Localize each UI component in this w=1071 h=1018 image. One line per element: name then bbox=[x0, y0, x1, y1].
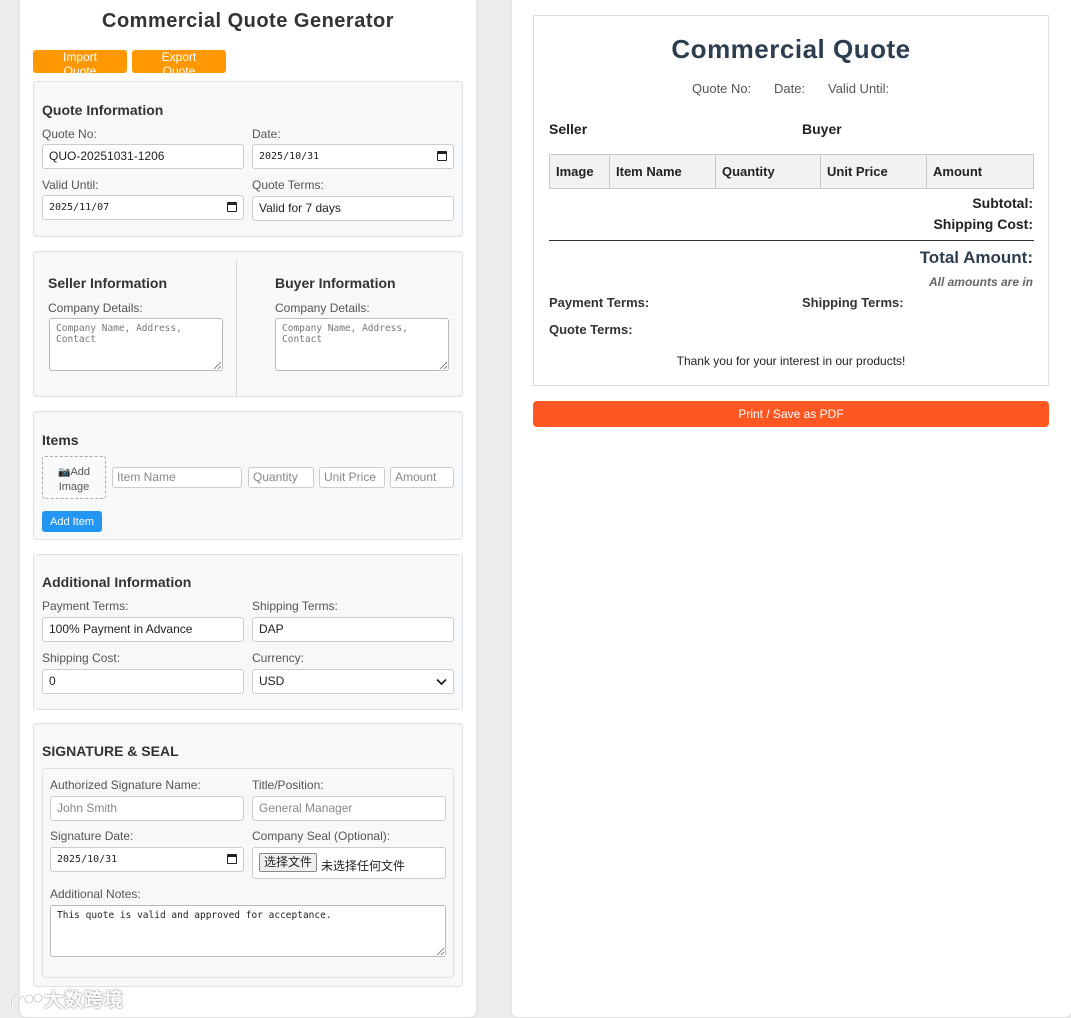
preview-title: Commercial Quote bbox=[671, 34, 911, 64]
app-title: Commercial Quote Generator bbox=[102, 10, 394, 32]
preview-shipping-terms-label: Shipping Terms: bbox=[802, 295, 904, 310]
column-divider bbox=[236, 260, 237, 398]
resize-handle-icon[interactable] bbox=[439, 361, 447, 369]
quantity-input[interactable]: Quantity bbox=[248, 467, 314, 488]
section-title: Additional Information bbox=[42, 574, 192, 590]
unit-price-input[interactable]: Unit Price bbox=[319, 467, 385, 488]
quote-no-input[interactable]: QUO-20251031-1206 bbox=[42, 144, 244, 169]
date-input[interactable]: 2025/10/31 bbox=[252, 144, 454, 169]
quote-form-panel: Commercial Quote Generator Import Quote … bbox=[20, 0, 476, 1017]
import-quote-button[interactable]: Import Quote bbox=[33, 50, 127, 78]
preview-thanks-text: Thank you for your interest in our produ… bbox=[676, 354, 906, 368]
table-header-item-name: Item Name bbox=[609, 154, 716, 189]
quote-terms-label: Quote Terms: bbox=[252, 178, 324, 192]
parties-section: Seller Information Company Details: Comp… bbox=[33, 251, 463, 398]
watermark-text: 大数跨境 bbox=[44, 989, 125, 1011]
preview-subtotal-label: Subtotal: bbox=[972, 195, 1033, 211]
valid-until-label: Valid Until: bbox=[42, 178, 99, 192]
valid-until-input[interactable]: 2025/11/07 bbox=[42, 195, 244, 220]
print-save-pdf-button[interactable]: Print / Save as PDF bbox=[533, 401, 1049, 427]
shipping-terms-input[interactable]: DAP bbox=[252, 617, 454, 642]
buyer-company-textarea[interactable]: Company Name, Address, Contact bbox=[275, 318, 449, 371]
watermark-icon bbox=[10, 993, 44, 1007]
camera-icon: 📷 bbox=[57, 467, 71, 478]
section-title: Items bbox=[42, 432, 79, 448]
seller-title: Seller Information bbox=[48, 275, 168, 291]
preview-divider bbox=[549, 240, 1034, 241]
notes-label: Additional Notes: bbox=[50, 887, 141, 901]
items-section: Items 📷Add Image Item Name Quantity Unit… bbox=[33, 411, 463, 540]
preview-currency-note: All amounts are in bbox=[928, 275, 1033, 289]
payment-terms-input[interactable]: 100% Payment in Advance bbox=[42, 617, 244, 642]
preview-buyer-label: Buyer bbox=[802, 121, 842, 137]
quote-preview: Commercial Quote Quote No: Date: Valid U… bbox=[533, 15, 1049, 386]
calendar-icon[interactable] bbox=[227, 854, 237, 864]
valid-until-value: 2025/11/07 bbox=[49, 202, 110, 213]
section-title: SIGNATURE & SEAL bbox=[42, 743, 179, 759]
notes-textarea[interactable]: This quote is valid and approved for acc… bbox=[50, 905, 446, 957]
shipping-cost-label: Shipping Cost: bbox=[42, 651, 121, 665]
table-header-quantity: Quantity bbox=[715, 154, 821, 189]
preview-quote-no-label: Quote No: bbox=[692, 81, 752, 96]
position-input[interactable]: General Manager bbox=[252, 796, 446, 821]
buyer-company-label: Company Details: bbox=[275, 301, 370, 315]
signature-name-input[interactable]: John Smith bbox=[50, 796, 244, 821]
currency-label: Currency: bbox=[252, 651, 305, 665]
quote-preview-panel: Commercial Quote Quote No: Date: Valid U… bbox=[512, 0, 1071, 1017]
preview-payment-terms-label: Payment Terms: bbox=[549, 295, 650, 310]
table-header-unit-price: Unit Price bbox=[820, 154, 927, 189]
amount-input[interactable]: Amount bbox=[390, 467, 454, 488]
section-title: Quote Information bbox=[42, 102, 164, 118]
payment-terms-label: Payment Terms: bbox=[42, 599, 129, 613]
preview-total-label: Total Amount: bbox=[919, 248, 1033, 267]
export-quote-button[interactable]: Export Quote bbox=[132, 50, 226, 78]
chevron-down-icon bbox=[436, 678, 447, 686]
calendar-icon[interactable] bbox=[227, 202, 237, 212]
signature-details-box: Authorized Signature Name: John Smith Ti… bbox=[42, 768, 454, 978]
shipping-cost-input[interactable]: 0 bbox=[42, 669, 244, 694]
table-header-row: Image Item Name Quantity Unit Price Amou… bbox=[549, 154, 1034, 189]
signature-seal-section: SIGNATURE & SEAL Authorized Signature Na… bbox=[33, 723, 463, 987]
quote-information-section: Quote Information Quote No: QUO-20251031… bbox=[33, 81, 463, 237]
quote-terms-input[interactable]: Valid for 7 days bbox=[252, 196, 454, 221]
additional-information-section: Additional Information Payment Terms: 10… bbox=[33, 554, 463, 710]
quote-no-label: Quote No: bbox=[42, 127, 97, 141]
seller-company-textarea[interactable]: Company Name, Address, Contact bbox=[49, 318, 223, 371]
position-label: Title/Position: bbox=[252, 778, 324, 792]
resize-handle-icon[interactable] bbox=[436, 947, 444, 955]
preview-date-label: Date: bbox=[774, 81, 806, 96]
preview-seller-label: Seller bbox=[549, 121, 588, 137]
add-item-button[interactable]: Add Item bbox=[42, 511, 103, 532]
preview-quote-terms-label: Quote Terms: bbox=[549, 322, 633, 337]
notes-value: This quote is valid and approved for acc… bbox=[57, 910, 332, 921]
date-value: 2025/10/31 bbox=[259, 151, 320, 162]
seal-label: Company Seal (Optional): bbox=[252, 829, 391, 843]
currency-select[interactable]: USD bbox=[252, 669, 454, 694]
seller-company-label: Company Details: bbox=[48, 301, 143, 315]
choose-file-button[interactable]: 选择文件 bbox=[259, 853, 318, 872]
signature-name-label: Authorized Signature Name: bbox=[50, 778, 201, 792]
preview-valid-until-label: Valid Until: bbox=[828, 81, 890, 96]
signature-date-input[interactable]: 2025/10/31 bbox=[50, 847, 244, 872]
buyer-title: Buyer Information bbox=[275, 275, 396, 291]
add-image-box[interactable]: 📷Add Image bbox=[42, 456, 106, 499]
signature-date-value: 2025/10/31 bbox=[57, 854, 118, 865]
watermark-logo: 大数跨境 bbox=[8, 985, 124, 1012]
signature-date-label: Signature Date: bbox=[50, 829, 134, 843]
item-name-input[interactable]: Item Name bbox=[112, 467, 242, 488]
resize-handle-icon[interactable] bbox=[213, 361, 221, 369]
calendar-icon[interactable] bbox=[437, 151, 447, 161]
preview-shipping-cost-label: Shipping Cost: bbox=[933, 216, 1033, 232]
shipping-terms-label: Shipping Terms: bbox=[252, 599, 338, 613]
seller-company-placeholder: Company Name, Address, Contact bbox=[56, 323, 182, 345]
table-header-amount: Amount bbox=[926, 154, 1034, 189]
currency-value: USD bbox=[259, 674, 285, 688]
seal-file-input[interactable]: 选择文件 未选择任何文件 bbox=[252, 847, 446, 879]
preview-items-table: Image Item Name Quantity Unit Price Amou… bbox=[549, 154, 1034, 189]
date-label: Date: bbox=[252, 127, 281, 141]
file-status: 未选择任何文件 bbox=[321, 859, 406, 873]
buyer-company-placeholder: Company Name, Address, Contact bbox=[282, 323, 408, 345]
table-header-image: Image bbox=[549, 154, 610, 189]
